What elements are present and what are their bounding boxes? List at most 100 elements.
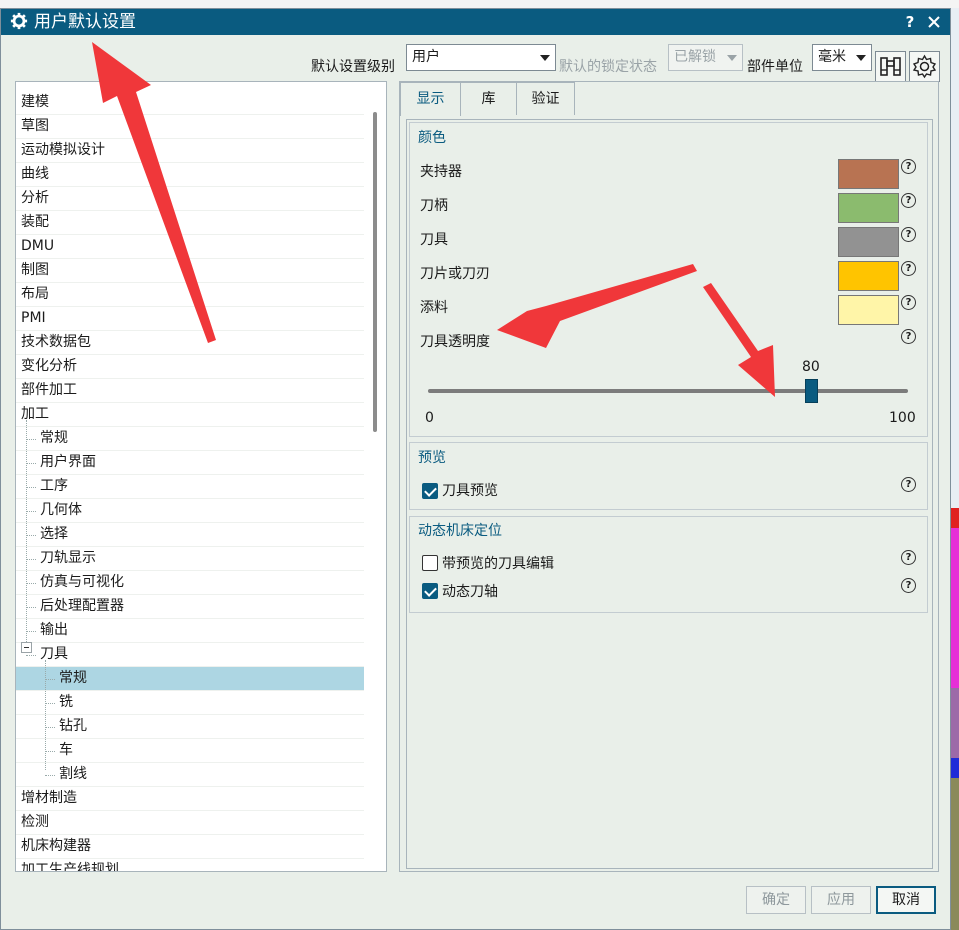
tree-item-item-31[interactable]: 机床构建器 <box>16 835 364 859</box>
tree-item-label: 加工生产线规划 <box>21 862 119 872</box>
help-icon[interactable]: ? <box>901 295 916 310</box>
tree-item-label: DMU <box>21 238 55 254</box>
tab-display[interactable]: 显示 <box>400 82 461 116</box>
tree-item-toolpath-display[interactable]: 刀轨显示 <box>16 547 364 571</box>
dynamic-tool-axis-label: 动态刀轴 <box>442 584 498 600</box>
dynamic-tool-axis-checkbox[interactable] <box>422 583 438 599</box>
part-units-select[interactable]: 毫米 <box>812 44 872 71</box>
collapse-icon[interactable] <box>21 642 32 653</box>
tree-connector <box>26 511 36 512</box>
help-icon[interactable]: ? <box>901 477 916 492</box>
tree-item-operation[interactable]: 工序 <box>16 475 364 499</box>
holder-color-label: 夹持器 <box>420 164 462 180</box>
tree-item-label: 车 <box>59 742 73 758</box>
tree-item-curve[interactable]: 曲线 <box>16 163 364 187</box>
tree-item-label: 常规 <box>59 670 87 686</box>
tree-item-item-30[interactable]: 检测 <box>16 811 364 835</box>
help-icon[interactable]: ? <box>901 550 916 565</box>
part-units-value: 毫米 <box>818 49 846 65</box>
help-icon[interactable]: ? <box>901 159 916 174</box>
tool-edit-preview-checkbox[interactable] <box>422 555 438 571</box>
tab-library[interactable]: 库 <box>460 82 517 115</box>
title-bar[interactable]: 用户默认设置 ? <box>1 9 950 35</box>
tree-item-tool[interactable]: 刀具 <box>16 643 364 667</box>
tree-item-tool-general[interactable]: 常规 <box>16 667 364 691</box>
tree-connector <box>26 535 36 536</box>
help-icon[interactable]: ? <box>901 261 916 276</box>
cancel-button[interactable]: 取消 <box>876 886 936 914</box>
tree-item-part-machining[interactable]: 部件加工 <box>16 379 364 403</box>
defaults-level-label: 默认设置级别 <box>311 59 395 75</box>
defaults-level-select[interactable]: 用户 <box>406 44 556 71</box>
tree-item-geometry[interactable]: 几何体 <box>16 499 364 523</box>
help-icon[interactable]: ? <box>901 193 916 208</box>
tree-item-drill[interactable]: 钻孔 <box>16 715 364 739</box>
tree-connector <box>26 607 36 608</box>
tree-item-motion[interactable]: 运动模拟设计 <box>16 139 364 163</box>
tab-verify[interactable]: 验证 <box>516 82 575 115</box>
gear-icon <box>10 12 28 30</box>
chevron-down-icon <box>540 55 550 61</box>
ok-button[interactable]: 确定 <box>746 886 806 914</box>
holder-color-swatch[interactable] <box>838 159 899 189</box>
tree-item-user-interface[interactable]: 用户界面 <box>16 451 364 475</box>
tree-item-label: 工序 <box>40 478 68 494</box>
tree-item-analysis[interactable]: 分析 <box>16 187 364 211</box>
insert-color-label: 刀片或刀刃 <box>420 266 490 282</box>
tree-item-label: 选择 <box>40 526 68 542</box>
shank-color-swatch[interactable] <box>838 193 899 223</box>
tool-color-swatch[interactable] <box>838 227 899 257</box>
tree-item-pmi[interactable]: PMI <box>16 307 364 331</box>
tree-item-modeling[interactable]: 建模 <box>16 91 364 115</box>
tree-item-machining[interactable]: 加工 <box>16 403 364 427</box>
tree-item-variation[interactable]: 变化分析 <box>16 355 364 379</box>
tool-preview-checkbox[interactable] <box>422 483 438 499</box>
tree-connector <box>26 583 36 584</box>
lock-state-select[interactable]: 已解锁 <box>668 44 743 71</box>
settings-tree[interactable]: 建模 草图 运动模拟设计 曲线 分析 装配 DMU 制图 布局 PMI 技术数据包 变化分析 部件加工加… <box>15 81 387 872</box>
tree-item-assembly[interactable]: 装配 <box>16 211 364 235</box>
stock-color-swatch[interactable] <box>838 295 899 325</box>
help-icon[interactable]: ? <box>901 329 916 344</box>
tree-item-wire[interactable]: 割线 <box>16 763 364 787</box>
apply-button[interactable]: 应用 <box>811 886 871 914</box>
tree-item-label: 布局 <box>21 286 49 302</box>
tree-item-label: 机床构建器 <box>21 838 91 854</box>
tree-item-mill[interactable]: 铣 <box>16 691 364 715</box>
help-icon[interactable]: ? <box>901 227 916 242</box>
tree-item-layout[interactable]: 布局 <box>16 283 364 307</box>
tree-item-label: 几何体 <box>40 502 82 518</box>
tool-preview-label: 刀具预览 <box>442 483 498 499</box>
tree-item-dmu[interactable]: DMU <box>16 235 364 259</box>
tree-item-output[interactable]: 输出 <box>16 619 364 643</box>
tree-item-tdp[interactable]: 技术数据包 <box>16 331 364 355</box>
shank-color-label: 刀柄 <box>420 198 448 214</box>
tree-item-label: PMI <box>21 310 46 326</box>
find-button[interactable] <box>875 51 906 82</box>
tree-item-label: 割线 <box>59 766 87 782</box>
insert-color-swatch[interactable] <box>838 261 899 291</box>
tree-item-drafting[interactable]: 制图 <box>16 259 364 283</box>
tree-item-label: 铣 <box>59 694 73 710</box>
settings-button[interactable] <box>909 51 940 82</box>
tree-item-postprocessor[interactable]: 后处理配置器 <box>16 595 364 619</box>
tree-item-item-32[interactable]: 加工生产线规划 <box>16 859 364 872</box>
help-icon[interactable]: ? <box>901 578 916 593</box>
background-app-strip <box>0 0 959 8</box>
dynamic-machine-group: 动态机床定位 带预览的刀具编辑 ? 动态刀轴 ? <box>409 516 928 613</box>
help-button[interactable]: ? <box>899 11 921 33</box>
tree-scrollbar[interactable] <box>373 112 377 432</box>
tool-edit-preview-label: 带预览的刀具编辑 <box>442 556 554 572</box>
tree-item-label: 常规 <box>40 430 68 446</box>
tree-item-turn[interactable]: 车 <box>16 739 364 763</box>
transparency-slider-track[interactable] <box>428 389 908 393</box>
tree-item-simulation[interactable]: 仿真与可视化 <box>16 571 364 595</box>
tree-connector <box>45 775 55 776</box>
tree-item-general[interactable]: 常规 <box>16 427 364 451</box>
tree-connector <box>26 439 36 440</box>
tree-item-item-29[interactable]: 增材制造 <box>16 787 364 811</box>
tree-item-sketch[interactable]: 草图 <box>16 115 364 139</box>
tree-item-selection[interactable]: 选择 <box>16 523 364 547</box>
transparency-slider-thumb[interactable] <box>805 379 818 403</box>
close-icon[interactable] <box>923 11 945 33</box>
